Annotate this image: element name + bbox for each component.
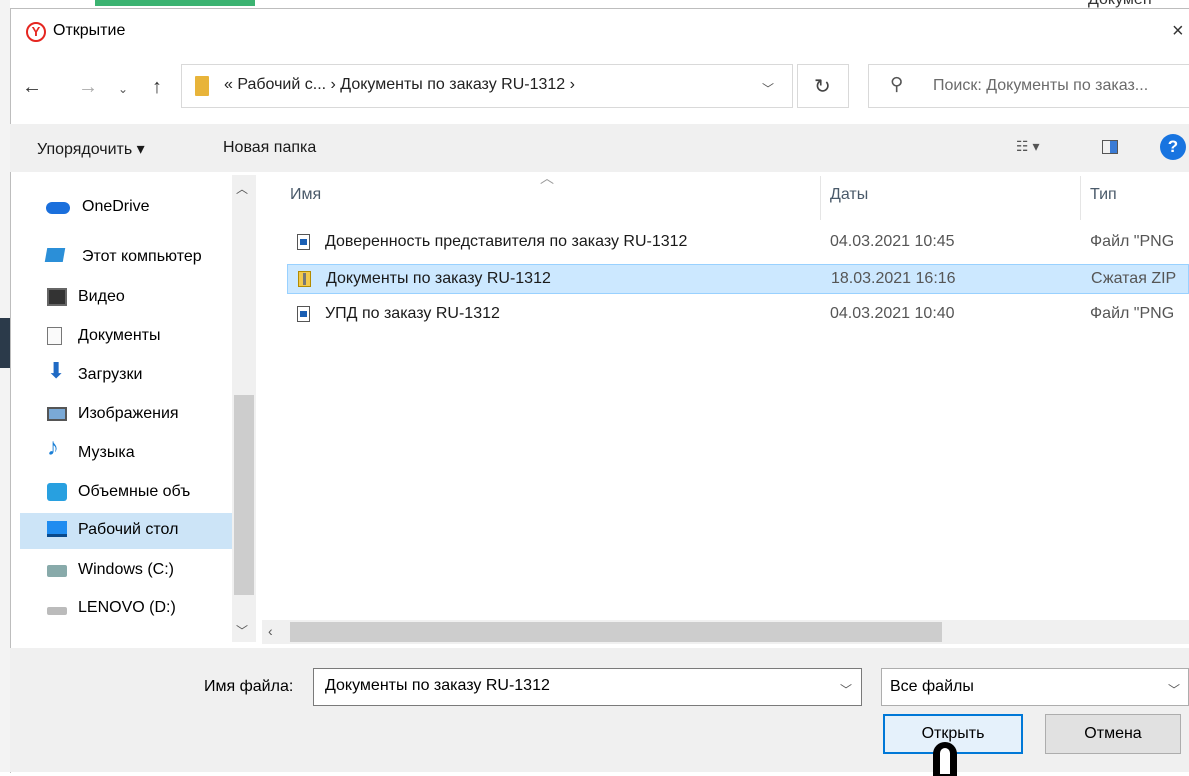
- view-options-icon[interactable]: ☷ ▾: [1016, 138, 1039, 155]
- chevron-down-icon[interactable]: ﹀: [1168, 681, 1180, 698]
- video-icon: [47, 288, 67, 306]
- yandex-browser-icon: Y: [26, 22, 46, 42]
- background-badge: [95, 0, 255, 6]
- refresh-icon[interactable]: ↻: [814, 74, 831, 99]
- file-name: УПД по заказу RU-1312: [325, 305, 500, 322]
- sidebar-item-documents[interactable]: Документы: [20, 319, 232, 355]
- music-icon: ♪: [47, 434, 59, 461]
- sidebar-item-label: LENOVO (D:): [78, 599, 176, 616]
- file-date: 18.03.2021 16:16: [831, 270, 956, 287]
- sort-ascending-icon: ︿: [540, 170, 554, 186]
- sidebar-item-downloads[interactable]: ⬇ Загрузки: [20, 358, 232, 394]
- sidebar-item-pictures[interactable]: Изображения: [20, 397, 232, 433]
- file-type-filter-value[interactable]: Все файлы: [890, 678, 974, 696]
- organize-menu-button[interactable]: Упорядочить ▾: [37, 139, 145, 159]
- up-arrow-icon[interactable]: ↑: [152, 76, 162, 99]
- drive-c-icon: [47, 565, 67, 577]
- filename-input[interactable]: [325, 677, 825, 695]
- documents-icon: [47, 327, 62, 345]
- file-date: 04.03.2021 10:40: [830, 305, 955, 322]
- column-header-date[interactable]: Даты: [830, 186, 868, 204]
- scroll-left-icon[interactable]: ‹: [268, 623, 273, 639]
- png-file-icon: [297, 234, 310, 250]
- sidebar-item-label: Загрузки: [78, 366, 143, 383]
- filename-history-chevron-icon[interactable]: ﹀: [840, 681, 852, 698]
- file-type: Файл "PNG: [1090, 233, 1175, 250]
- sidebar-item-onedrive[interactable]: OneDrive: [20, 190, 232, 226]
- file-name: Документы по заказу RU-1312: [326, 270, 551, 287]
- chevron-down-icon[interactable]: ﹀: [762, 80, 774, 97]
- sidebar-item-label: Рабочий стол: [78, 521, 179, 538]
- sidebar-item-label: Изображения: [78, 405, 179, 422]
- zip-file-icon: [298, 271, 311, 287]
- cancel-button[interactable]: Отмена: [1045, 714, 1181, 754]
- column-header-type[interactable]: Тип: [1090, 186, 1117, 204]
- file-name: Доверенность представителя по заказу RU-…: [325, 233, 688, 250]
- file-row-selected[interactable]: Документы по заказу RU-1312 18.03.2021 1…: [287, 264, 1189, 294]
- sidebar-item-drive-d[interactable]: LENOVO (D:): [20, 591, 232, 627]
- file-row[interactable]: УПД по заказу RU-1312 04.03.2021 10:40 Ф…: [287, 300, 1189, 330]
- mouse-cursor-icon: [933, 742, 957, 776]
- computer-icon: [44, 248, 66, 262]
- sidebar-item-music[interactable]: ♪ Музыка: [20, 434, 232, 472]
- file-type: Файл "PNG: [1090, 305, 1175, 322]
- forward-arrow-icon[interactable]: →: [78, 76, 98, 99]
- back-arrow-icon[interactable]: ←: [22, 76, 42, 99]
- scroll-up-icon[interactable]: ︿: [236, 180, 248, 197]
- column-divider[interactable]: [1080, 176, 1081, 220]
- png-file-icon: [297, 306, 310, 322]
- help-icon[interactable]: ?: [1160, 134, 1186, 160]
- 3d-objects-icon: [47, 483, 67, 501]
- sidebar-item-label: Объемные объ: [78, 483, 191, 500]
- close-icon[interactable]: ×: [1172, 20, 1184, 43]
- search-icon: ⚲: [890, 74, 904, 94]
- recent-locations-chevron-icon[interactable]: ⌄: [118, 82, 128, 96]
- drive-d-icon: [47, 607, 67, 615]
- sidebar-item-label: Этот компьютер: [82, 248, 202, 265]
- sidebar-item-label: Windows (C:): [78, 561, 175, 578]
- filename-label: Имя файла:: [204, 678, 294, 695]
- column-header-name[interactable]: Имя: [290, 186, 321, 204]
- toolbar: [10, 124, 1189, 172]
- sidebar-item-video[interactable]: Видео: [20, 280, 232, 316]
- new-folder-button[interactable]: Новая папка: [223, 139, 316, 157]
- pictures-icon: [47, 407, 67, 421]
- sidebar-item-label: OneDrive: [82, 198, 150, 215]
- breadcrumb[interactable]: « Рабочий с... › Документы по заказу RU-…: [224, 76, 575, 94]
- preview-pane-icon[interactable]: [1102, 140, 1118, 154]
- downloads-icon: ⬇: [47, 358, 66, 383]
- sidebar-item-drive-c[interactable]: Windows (C:): [20, 553, 232, 589]
- sidebar-item-this-pc[interactable]: Этот компьютер: [20, 240, 232, 276]
- sidebar-item-label: Документы: [78, 327, 161, 344]
- file-date: 04.03.2021 10:45: [830, 233, 955, 250]
- onedrive-icon: [46, 202, 70, 214]
- folder-icon: [195, 76, 209, 96]
- sidebar-item-label: Музыка: [78, 444, 135, 461]
- horizontal-scroll-thumb[interactable]: [290, 622, 942, 642]
- sidebar-scroll-thumb[interactable]: [234, 395, 254, 595]
- desktop-icon: [47, 521, 67, 537]
- file-type: Сжатая ZIP: [1091, 270, 1177, 287]
- column-divider[interactable]: [820, 176, 821, 220]
- sidebar-item-label: Видео: [78, 288, 125, 305]
- dialog-title: Открытие: [53, 22, 126, 39]
- sidebar-item-3d-objects[interactable]: Объемные объ: [20, 475, 232, 511]
- file-row[interactable]: Доверенность представителя по заказу RU-…: [287, 228, 1189, 258]
- scroll-down-icon[interactable]: ﹀: [236, 622, 248, 639]
- background-app-edge: [0, 0, 10, 772]
- background-dark-panel: [0, 318, 10, 368]
- sidebar-item-desktop[interactable]: Рабочий стол: [20, 513, 232, 549]
- search-placeholder[interactable]: Поиск: Документы по заказ...: [933, 77, 1148, 95]
